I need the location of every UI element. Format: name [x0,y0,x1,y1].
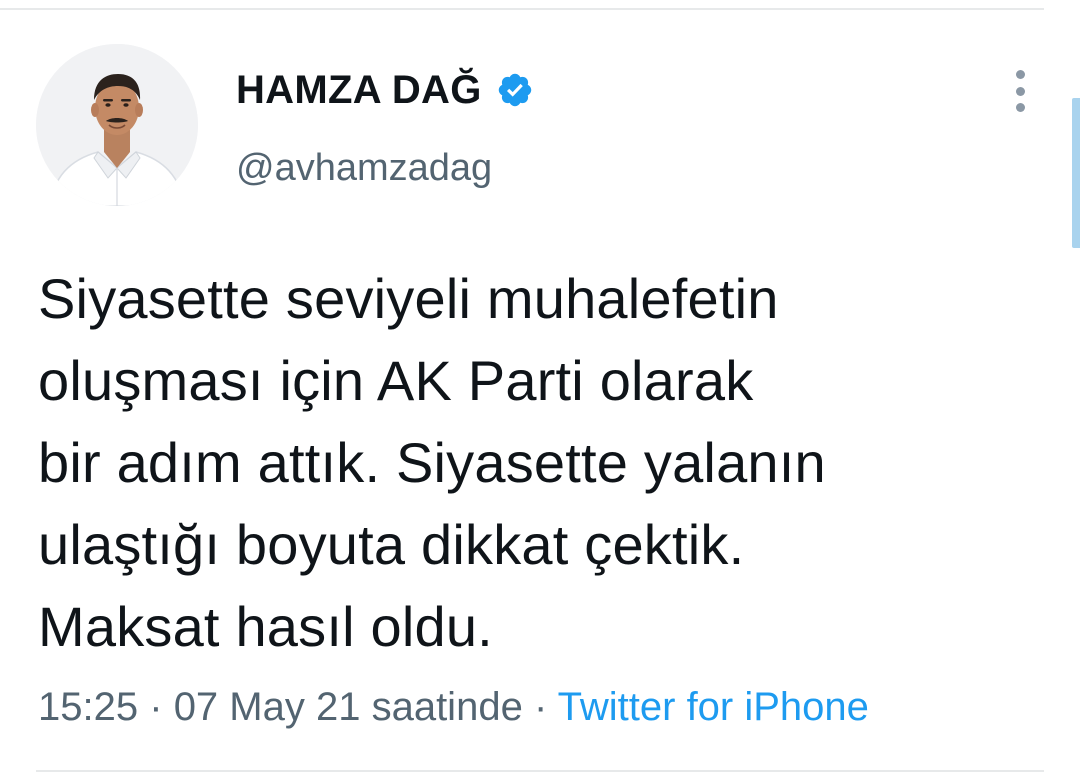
bottom-divider [36,770,1044,772]
tweet-text-line: Siyasette seviyeli muhalefetin [38,267,779,330]
display-name[interactable]: HAMZA DAĞ [236,66,482,114]
meta-separator: · [533,685,548,729]
tweet-text-line: Maksat hasıl oldu. [38,595,493,658]
more-dot [1015,70,1025,79]
more-options-icon[interactable] [1006,70,1034,112]
username-handle[interactable]: @avhamzadag [236,146,492,190]
tweet-date[interactable]: 07 May 21 saatinde [174,685,523,729]
tweet-text: Siyasette seviyeli muhalefetin oluşması … [38,258,1028,668]
tweet-text-line: ulaştığı boyuta dikkat çektik. [38,513,745,576]
top-divider [0,8,1044,10]
verified-badge-icon [496,71,534,109]
tweet-time[interactable]: 15:25 [38,685,138,729]
more-dot [1015,86,1025,96]
scrollbar-thumb[interactable] [1072,98,1080,248]
meta-separator: · [149,685,163,729]
tweet-text-line: oluşması için AK Parti olarak [38,349,754,412]
avatar-image [36,44,198,206]
more-dot [1015,103,1025,112]
tweet-metadata: 15:25 · 07 May 21 saatinde · Twitter for… [38,683,869,731]
tweet-source-link[interactable]: Twitter for iPhone [558,685,869,729]
author-name-row[interactable]: HAMZA DAĞ [236,66,534,114]
tweet-text-line: bir adım attık. Siyasette yalanın [38,431,826,494]
avatar[interactable] [36,44,198,206]
